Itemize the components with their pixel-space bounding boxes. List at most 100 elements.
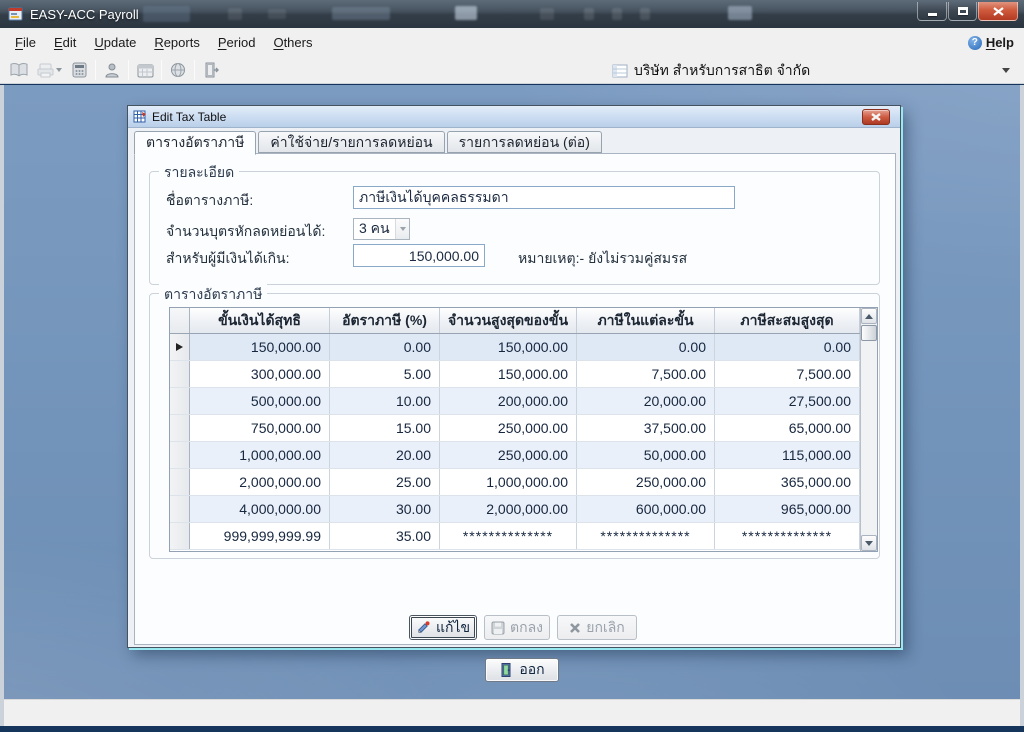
cell[interactable]: **************: [577, 523, 715, 549]
cancel-button[interactable]: ยกเลิก: [557, 615, 637, 640]
cell[interactable]: 25.00: [330, 469, 440, 495]
cell[interactable]: 35.00: [330, 523, 440, 549]
menu-update[interactable]: Update: [85, 31, 145, 54]
cell[interactable]: **************: [715, 523, 860, 549]
tax-row[interactable]: 500,000.00 10.00 200,000.00 20,000.00 27…: [170, 388, 860, 415]
menu-help[interactable]: ? Help: [968, 28, 1014, 57]
cell[interactable]: 7,500.00: [577, 361, 715, 387]
income-over-input[interactable]: [353, 244, 485, 267]
cell[interactable]: 250,000.00: [577, 469, 715, 495]
row-selector[interactable]: [170, 496, 190, 522]
tab-expense-deductions[interactable]: ค่าใช้จ่าย/รายการลดหย่อน: [258, 131, 444, 153]
column-header-bracket-max[interactable]: จำนวนสูงสุดของขั้น: [440, 308, 577, 333]
cell[interactable]: 2,000,000.00: [440, 496, 577, 522]
company-selector[interactable]: บริษัท สำหรับการสาธิต จำกัด: [612, 60, 1012, 81]
tax-row[interactable]: 150,000.00 0.00 150,000.00 0.00 0.00: [170, 334, 860, 361]
cell[interactable]: **************: [440, 523, 577, 549]
tax-row[interactable]: 750,000.00 15.00 250,000.00 37,500.00 65…: [170, 415, 860, 442]
cell[interactable]: 150,000.00: [440, 361, 577, 387]
dialog-titlebar[interactable]: Edit Tax Table: [128, 106, 900, 128]
toolbar-exit-button[interactable]: [198, 58, 224, 82]
cell[interactable]: 5.00: [330, 361, 440, 387]
column-header-max-accum-tax[interactable]: ภาษีสะสมสูงสุด: [715, 308, 860, 333]
cell[interactable]: 50,000.00: [577, 442, 715, 468]
row-selector[interactable]: [170, 361, 190, 387]
cell[interactable]: 750,000.00: [190, 415, 330, 441]
toolbar-print-button[interactable]: [32, 58, 66, 82]
maximize-button[interactable]: [948, 2, 977, 21]
row-selector[interactable]: [170, 388, 190, 414]
column-header-tax-per-bracket[interactable]: ภาษีในแต่ละขั้น: [577, 308, 715, 333]
cell[interactable]: 0.00: [577, 334, 715, 360]
cell[interactable]: 15.00: [330, 415, 440, 441]
tab-deductions-continued[interactable]: รายการลดหย่อน (ต่อ): [447, 131, 602, 153]
tax-table-name-input[interactable]: [353, 186, 735, 209]
row-selector[interactable]: [170, 442, 190, 468]
minimize-button[interactable]: [917, 2, 947, 21]
cell[interactable]: 150,000.00: [440, 334, 577, 360]
cell[interactable]: 600,000.00: [577, 496, 715, 522]
children-dropdown-button[interactable]: [395, 219, 409, 239]
tab-tax-rate-table[interactable]: ตารางอัตราภาษี: [134, 131, 256, 155]
tax-row[interactable]: 4,000,000.00 30.00 2,000,000.00 600,000.…: [170, 496, 860, 523]
cell[interactable]: 115,000.00: [715, 442, 860, 468]
menu-others[interactable]: Others: [264, 31, 321, 54]
titlebar-artifact: [584, 8, 594, 20]
cell[interactable]: 1,000,000.00: [440, 469, 577, 495]
menu-period[interactable]: Period: [209, 31, 265, 54]
toolbar-employee-button[interactable]: [99, 58, 125, 82]
toolbar-calendar-button[interactable]: [132, 58, 158, 82]
cell[interactable]: 27,500.00: [715, 388, 860, 414]
row-selector[interactable]: [170, 523, 190, 549]
tax-row[interactable]: 999,999,999.99 35.00 ************** ****…: [170, 523, 860, 550]
scroll-up-button[interactable]: [861, 308, 877, 324]
row-selector[interactable]: [170, 415, 190, 441]
row-selector-current[interactable]: [170, 334, 190, 360]
exit-button[interactable]: ออก: [485, 658, 559, 682]
tax-row[interactable]: 2,000,000.00 25.00 1,000,000.00 250,000.…: [170, 469, 860, 496]
toolbar-globe-button[interactable]: [165, 58, 191, 82]
tax-row[interactable]: 300,000.00 5.00 150,000.00 7,500.00 7,50…: [170, 361, 860, 388]
cell[interactable]: 10.00: [330, 388, 440, 414]
cell[interactable]: 4,000,000.00: [190, 496, 330, 522]
children-count-dropdown[interactable]: 3 คน: [353, 218, 410, 240]
cell[interactable]: 200,000.00: [440, 388, 577, 414]
cell[interactable]: 250,000.00: [440, 415, 577, 441]
cell[interactable]: 1,000,000.00: [190, 442, 330, 468]
tax-row[interactable]: 1,000,000.00 20.00 250,000.00 50,000.00 …: [170, 442, 860, 469]
cell[interactable]: 65,000.00: [715, 415, 860, 441]
menu-file[interactable]: File: [6, 31, 45, 54]
toolbar-open-book-button[interactable]: [6, 58, 32, 82]
cell[interactable]: 999,999,999.99: [190, 523, 330, 549]
menu-reports[interactable]: Reports: [145, 31, 209, 54]
cell[interactable]: 7,500.00: [715, 361, 860, 387]
edit-button[interactable]: แก้ไข: [409, 615, 477, 640]
cell[interactable]: 250,000.00: [440, 442, 577, 468]
cell[interactable]: 2,000,000.00: [190, 469, 330, 495]
cell[interactable]: 20,000.00: [577, 388, 715, 414]
column-header-tax-rate[interactable]: อัตราภาษี (%): [330, 308, 440, 333]
cell[interactable]: 365,000.00: [715, 469, 860, 495]
grid-scrollbar[interactable]: [860, 308, 877, 551]
cell[interactable]: 965,000.00: [715, 496, 860, 522]
company-dropdown-caret-icon: [1002, 68, 1010, 73]
cell[interactable]: 30.00: [330, 496, 440, 522]
column-header-net-income[interactable]: ขั้นเงินได้สุทธิ: [190, 308, 330, 333]
cell[interactable]: 500,000.00: [190, 388, 330, 414]
cell[interactable]: 37,500.00: [577, 415, 715, 441]
scroll-down-button[interactable]: [861, 535, 877, 551]
toolbar-calculator-button[interactable]: [66, 58, 92, 82]
close-button[interactable]: [978, 2, 1018, 21]
cell[interactable]: 150,000.00: [190, 334, 330, 360]
print-dropdown-caret-icon: [56, 68, 62, 72]
scrollbar-thumb[interactable]: [861, 325, 877, 341]
cell[interactable]: 0.00: [330, 334, 440, 360]
window-titlebar[interactable]: EASY-ACC Payroll: [0, 0, 1024, 28]
dialog-close-button[interactable]: [862, 109, 890, 125]
cell[interactable]: 20.00: [330, 442, 440, 468]
ok-button[interactable]: ตกลง: [484, 615, 550, 640]
cell[interactable]: 300,000.00: [190, 361, 330, 387]
cell[interactable]: 0.00: [715, 334, 860, 360]
row-selector[interactable]: [170, 469, 190, 495]
menu-edit[interactable]: Edit: [45, 31, 85, 54]
